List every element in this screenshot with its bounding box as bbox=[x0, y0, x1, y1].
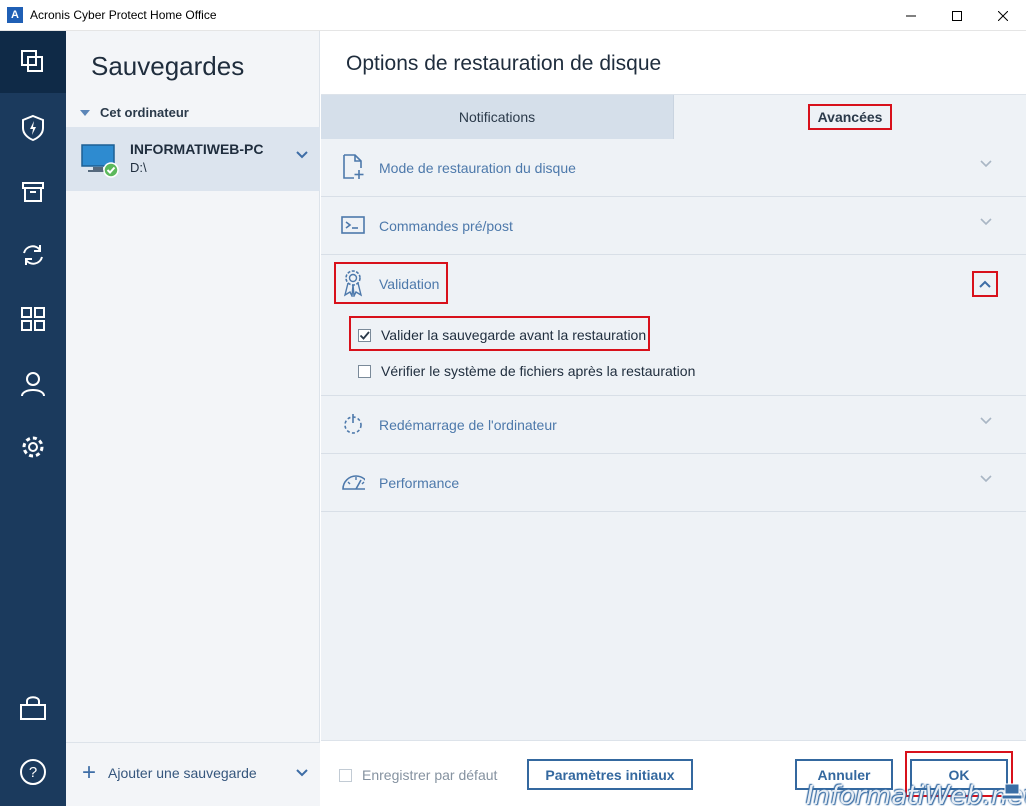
maximize-icon bbox=[952, 10, 962, 21]
backup-name: INFORMATIWEB-PC bbox=[130, 141, 264, 157]
section-performance-label: Performance bbox=[379, 474, 460, 491]
check-filesystem-option[interactable]: Vérifier le système de fichiers après la… bbox=[358, 363, 695, 379]
watermark-logo-icon bbox=[1001, 783, 1023, 800]
sync-icon bbox=[23, 245, 43, 265]
award-icon bbox=[341, 269, 365, 297]
computer-group-toggle[interactable]: Cet ordinateur bbox=[78, 105, 189, 120]
main-panel: Options de restauration de disque Notifi… bbox=[321, 31, 1026, 806]
app-logo: A bbox=[7, 7, 23, 23]
tab-bar: Notifications Avancées bbox=[321, 95, 1026, 139]
page-title: Options de restauration de disque bbox=[346, 52, 662, 75]
plus-icon: + bbox=[82, 759, 97, 786]
rail-help[interactable]: ? bbox=[0, 741, 66, 803]
section-commands-label: Commandes pré/post bbox=[379, 217, 513, 234]
window-controls bbox=[888, 0, 1026, 31]
validate-before-restore-option[interactable]: Valider la sauvegarde avant la restaurat… bbox=[358, 327, 646, 343]
backups-icon bbox=[21, 50, 43, 72]
svg-text:?: ? bbox=[29, 764, 37, 781]
tab-advanced[interactable]: Avancées bbox=[673, 95, 1026, 139]
options-list: Mode de restauration du disque Commandes… bbox=[321, 139, 1026, 512]
section-reboot[interactable]: Redémarrage de l'ordinateur bbox=[321, 396, 1026, 454]
minimize-icon bbox=[906, 15, 916, 16]
computer-icon bbox=[81, 144, 119, 178]
close-button[interactable] bbox=[980, 0, 1026, 31]
validate-before-restore-label: Valider la sauvegarde avant la restaurat… bbox=[381, 327, 647, 343]
reset-button[interactable]: Paramètres initiaux bbox=[527, 759, 693, 790]
backups-sidebar: Sauvegardes Cet ordinateur INFORMATIWEB-… bbox=[66, 31, 320, 806]
rail-settings[interactable] bbox=[0, 416, 66, 478]
rail-dashboard[interactable] bbox=[0, 288, 66, 350]
section-commands[interactable]: Commandes pré/post bbox=[321, 197, 1026, 255]
main-header: Options de restauration de disque bbox=[321, 31, 1026, 95]
rail-account[interactable] bbox=[0, 353, 66, 415]
watermark: InformatiWeb.net bbox=[806, 781, 1026, 806]
dashboard-icon bbox=[21, 307, 45, 331]
section-performance[interactable]: Performance bbox=[321, 454, 1026, 512]
section-restore-mode-label: Mode de restauration du disque bbox=[379, 159, 576, 176]
maximize-button[interactable] bbox=[934, 0, 980, 31]
checkbox-unchecked[interactable] bbox=[358, 364, 371, 378]
section-restore-mode[interactable]: Mode de restauration du disque bbox=[321, 139, 1026, 197]
window-title: Acronis Cyber Protect Home Office bbox=[30, 8, 217, 22]
nav-rail: ? bbox=[0, 31, 66, 806]
chevron-down-icon bbox=[980, 160, 992, 168]
tab-advanced-label: Avancées bbox=[807, 104, 893, 130]
close-icon bbox=[998, 10, 1008, 21]
backup-item[interactable]: INFORMATIWEB-PC D:\ bbox=[66, 127, 320, 191]
section-reboot-label: Redémarrage de l'ordinateur bbox=[379, 416, 557, 433]
backup-path: D:\ bbox=[130, 160, 147, 175]
rail-store[interactable] bbox=[0, 677, 66, 739]
section-validation-label: Validation bbox=[379, 276, 440, 292]
group-label: Cet ordinateur bbox=[100, 105, 189, 120]
power-icon bbox=[341, 410, 365, 438]
section-validation[interactable]: Validation bbox=[321, 255, 1026, 313]
sidebar-footer: + Ajouter une sauvegarde bbox=[66, 742, 320, 806]
file-add-icon bbox=[341, 153, 365, 181]
minimize-button[interactable] bbox=[888, 0, 934, 31]
tab-notifications[interactable]: Notifications bbox=[321, 95, 673, 139]
rail-protection[interactable] bbox=[0, 97, 66, 159]
chevron-down-icon bbox=[980, 475, 992, 483]
checkbox-checked[interactable] bbox=[358, 328, 371, 342]
checkmark-icon bbox=[359, 330, 370, 340]
archive-icon bbox=[22, 182, 44, 202]
collapse-validation-button[interactable] bbox=[972, 271, 998, 297]
add-backup-button[interactable]: + Ajouter une sauvegarde bbox=[82, 759, 257, 786]
save-default-label: Enregistrer par défaut bbox=[362, 767, 498, 783]
chevron-down-icon[interactable] bbox=[296, 151, 308, 159]
footer-bar: Enregistrer par défaut Paramètres initia… bbox=[321, 740, 1026, 806]
collapse-triangle-icon bbox=[80, 109, 90, 116]
terminal-icon bbox=[341, 211, 365, 239]
rail-archive[interactable] bbox=[0, 161, 66, 223]
rail-backups[interactable] bbox=[0, 31, 66, 93]
protection-icon bbox=[22, 114, 44, 142]
chevron-down-icon[interactable] bbox=[296, 769, 308, 777]
account-icon bbox=[21, 372, 45, 397]
check-filesystem-label: Vérifier le système de fichiers après la… bbox=[381, 363, 696, 379]
store-icon bbox=[20, 696, 46, 720]
chevron-down-icon bbox=[980, 417, 992, 425]
save-default-option[interactable]: Enregistrer par défaut bbox=[339, 767, 497, 783]
chevron-down-icon bbox=[980, 218, 992, 226]
rail-sync[interactable] bbox=[0, 224, 66, 286]
settings-icon bbox=[22, 436, 44, 458]
chevron-up-icon bbox=[979, 280, 991, 288]
checkbox-unchecked[interactable] bbox=[339, 768, 352, 782]
validation-options: Valider la sauvegarde avant la restaurat… bbox=[321, 313, 1026, 396]
add-backup-label: Ajouter une sauvegarde bbox=[108, 765, 257, 781]
speedometer-icon bbox=[341, 468, 365, 496]
title-bar: A Acronis Cyber Protect Home Office bbox=[0, 0, 1026, 31]
sidebar-title: Sauvegardes bbox=[91, 51, 245, 81]
help-icon: ? bbox=[20, 759, 46, 785]
